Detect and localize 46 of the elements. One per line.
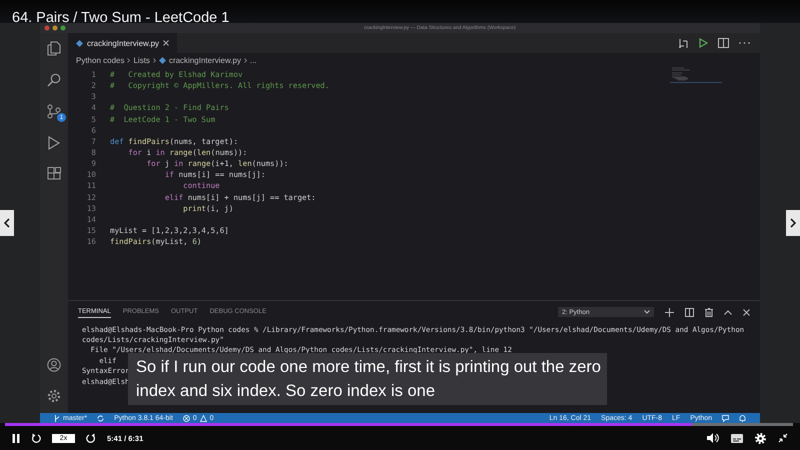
chevron-right-icon	[152, 58, 156, 62]
account-icon[interactable]	[47, 358, 61, 372]
search-icon[interactable]	[47, 73, 61, 87]
split-terminal-icon[interactable]	[685, 308, 694, 316]
warning-icon	[200, 414, 207, 422]
trash-icon[interactable]	[705, 308, 713, 316]
lecture-title: 64. Pairs / Two Sum - LeetCode 1	[12, 10, 230, 26]
chevron-left-icon	[4, 218, 10, 228]
close-icon[interactable]	[163, 40, 170, 46]
breadcrumb-item[interactable]: crackingInterview.py	[168, 56, 241, 64]
files-icon[interactable]	[47, 41, 61, 56]
previous-button[interactable]	[0, 210, 14, 236]
caret-icon	[644, 310, 650, 314]
chevron-right-icon	[244, 58, 247, 62]
window-controls-icon	[44, 25, 68, 31]
feedback-icon[interactable]	[722, 414, 729, 422]
plus-icon[interactable]	[665, 308, 674, 316]
breadcrumb-item[interactable]: Python codes	[76, 56, 124, 64]
compare-icon[interactable]	[678, 38, 689, 48]
chevron-right-icon	[127, 58, 130, 62]
exit-fullscreen-icon[interactable]	[778, 433, 788, 443]
python-file-icon	[76, 40, 83, 46]
editor-tab[interactable]: crackingInterview.py	[68, 33, 178, 53]
breadcrumb-item[interactable]: ...	[250, 56, 257, 64]
pause-icon[interactable]	[12, 434, 20, 442]
subtitle-caption: So if I run our code one more time, first it is printing out the zero index and six index. So zero index is one	[128, 353, 607, 405]
volume-icon[interactable]	[707, 433, 719, 443]
breadcrumb-item[interactable]: Lists	[133, 56, 150, 64]
run-debug-icon[interactable]	[47, 136, 61, 150]
run-icon[interactable]	[699, 38, 708, 48]
branch-icon	[54, 414, 60, 422]
error-icon	[182, 414, 190, 422]
next-button[interactable]	[786, 210, 800, 236]
source-control-icon[interactable]	[47, 104, 61, 119]
split-editor-icon[interactable]	[718, 38, 729, 48]
close-icon[interactable]	[743, 308, 750, 316]
chevron-right-icon	[790, 218, 796, 228]
captions-icon[interactable]	[731, 434, 743, 442]
chevron-up-icon[interactable]	[724, 310, 732, 314]
rewind-icon[interactable]	[31, 433, 41, 443]
python-file-icon	[158, 56, 166, 64]
bell-icon[interactable]	[739, 414, 746, 422]
sync-icon[interactable]	[97, 414, 104, 422]
forward-icon[interactable]	[86, 433, 96, 443]
minimap-drawing	[670, 67, 722, 83]
extensions-icon[interactable]	[47, 167, 61, 181]
